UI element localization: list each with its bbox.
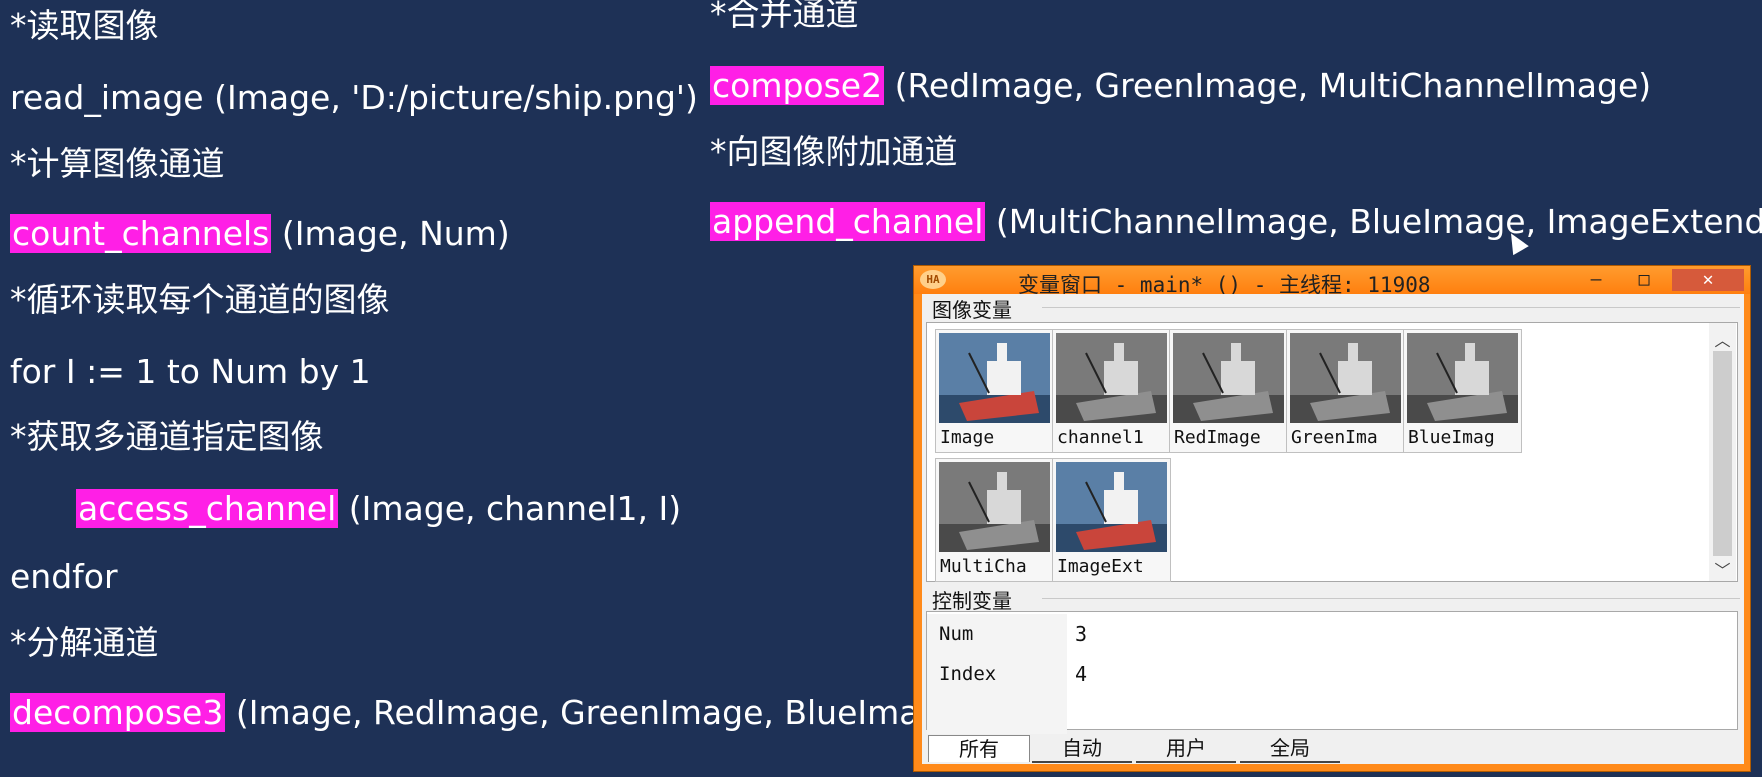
scroll-thumb[interactable] [1713,351,1732,556]
operator-args: (Image, channel1, I) [338,489,682,528]
scroll-up-icon[interactable]: ︿ [1709,327,1736,350]
control-variables-label: 控制变量 [928,585,1016,614]
image-thumbnail[interactable]: RedImage [1169,329,1288,453]
operator-args: (RedImage, GreenImage, MultiChannelImage… [884,66,1652,105]
image-thumbnail-label: GreenIma [1291,427,1378,448]
operator-highlight: access_channel [76,489,339,528]
code-line-8: access_channel (Image, channel1, I) [76,489,681,529]
ship-image-icon [1173,333,1284,423]
vertical-scrollbar[interactable]: ︿ ﹀ [1709,323,1736,581]
control-row-empty [927,694,1737,734]
image-variables-pane[interactable]: Image channel1 RedImage GreenIma BlueImag Mul… [926,322,1738,582]
control-variables-table[interactable]: Num 3 Index 4 [926,611,1738,734]
code-line-13: compose2 (RedImage, GreenImage, MultiCha… [710,66,1651,106]
code-line-1: *读取图像 [10,6,159,45]
image-thumbnail-label: BlueImag [1408,427,1495,448]
title-bar[interactable]: HA 变量窗口 - main* () - 主线程: 11908 — □ ✕ [914,266,1750,297]
tab-all[interactable]: 所有 [928,735,1030,762]
scroll-down-icon[interactable]: ﹀ [1709,557,1736,580]
control-value: 4 [1075,662,1088,686]
code-line-14: *向图像附加通道 [710,132,958,171]
image-thumbnail-label: channel1 [1057,427,1144,448]
operator-highlight: append_channel [710,202,986,241]
ship-image-icon [1407,333,1518,423]
operator-highlight: decompose3 [10,693,226,732]
image-thumbnail[interactable]: channel1 [1052,329,1171,453]
code-line-7: *获取多通道指定图像 [10,417,324,456]
ship-image-icon [1290,333,1401,423]
image-thumbnail-label: ImageExt [1057,556,1144,577]
operator-highlight: count_channels [10,214,272,253]
maximize-button[interactable]: □ [1624,269,1664,291]
control-row[interactable]: Index 4 [927,654,1737,694]
operator-args: (Image, RedImage, GreenImage, BlueImage) [225,693,974,732]
ship-image-icon [1056,333,1167,423]
control-name: Index [927,654,1067,694]
control-row[interactable]: Num 3 [927,614,1737,654]
control-value: 3 [1075,622,1088,646]
control-name: Num [927,614,1067,654]
code-line-11: decompose3 (Image, RedImage, GreenImage,… [10,693,974,733]
code-line-6: for I := 1 to Num by 1 [10,352,371,391]
image-thumbnail[interactable]: BlueImag [1403,329,1522,453]
image-thumbnail-label: MultiCha [940,556,1027,577]
tab-auto[interactable]: 自动 [1032,735,1132,763]
tab-global[interactable]: 全局 [1240,735,1340,763]
image-thumbnail[interactable]: MultiCha [935,458,1054,582]
code-line-12: *合并通道 [710,0,859,33]
operator-args: (MultiChannelImage, BlueImage, ImageExte… [985,202,1762,241]
divider [1042,598,1740,599]
divider [1042,307,1740,308]
code-line-2: read_image (Image, 'D:/picture/ship.png'… [10,78,698,117]
code-line-3: *计算图像通道 [10,144,225,183]
operator-args: (Image, Num) [271,214,510,253]
ship-image-icon [939,333,1050,423]
code-line-9: endfor [10,557,118,596]
image-thumbnail[interactable]: ImageExt [1052,458,1171,582]
variable-window[interactable]: HA 变量窗口 - main* () - 主线程: 11908 — □ ✕ 图像… [913,265,1751,772]
image-thumbnail-label: RedImage [1174,427,1261,448]
operator-highlight: compose2 [710,66,885,105]
code-line-4: count_channels (Image, Num) [10,214,510,254]
tab-user[interactable]: 用户 [1136,735,1236,763]
minimize-button[interactable]: — [1576,269,1616,291]
ship-image-icon [939,462,1050,552]
ship-image-icon [1056,462,1167,552]
image-thumbnail-label: Image [940,427,995,448]
image-thumbnail[interactable]: GreenIma [1286,329,1405,453]
code-line-10: *分解通道 [10,623,159,662]
image-thumbnail[interactable]: Image [935,329,1054,453]
code-line-5: *循环读取每个通道的图像 [10,280,390,319]
control-name [927,694,1067,734]
image-variables-label: 图像变量 [928,294,1016,323]
close-button[interactable]: ✕ [1672,269,1744,291]
halcon-logo-icon: HA [920,270,946,289]
window-client: 图像变量 Image channel1 RedImage GreenIma BlueIm… [922,294,1744,764]
code-line-15: append_channel (MultiChannelImage, BlueI… [710,202,1762,242]
